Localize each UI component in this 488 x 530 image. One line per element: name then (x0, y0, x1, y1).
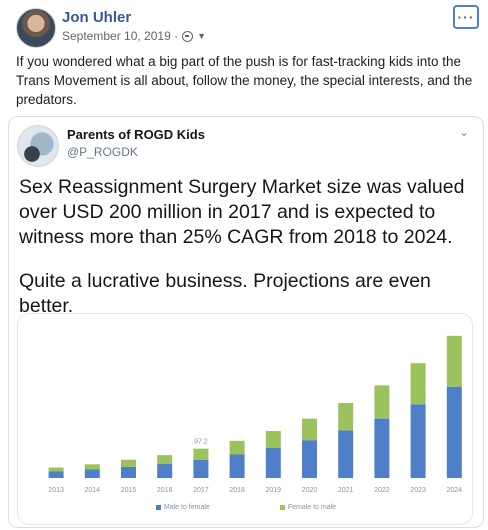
bar-male-to-female-2021 (338, 430, 354, 478)
legend-swatch-female-to-male (279, 504, 285, 510)
post-date[interactable]: September 10, 2019 · (62, 29, 178, 43)
chart-legend: Male to female Female to male (18, 504, 472, 511)
bar-male-to-female-2020 (302, 440, 317, 478)
author-name[interactable]: Jon Uhler (62, 9, 131, 26)
tweet-text-line-2: Quite a lucrative business. Projections … (19, 270, 431, 317)
x-tick-label-2020: 2020 (302, 487, 318, 494)
legend-swatch-male-to-female (155, 504, 161, 510)
bar-male-to-female-2022 (374, 418, 390, 478)
bar-male-to-female-2017 (193, 459, 209, 478)
bar-female-to-male-2016 (157, 455, 173, 464)
bar-female-to-male-2014 (84, 464, 100, 470)
tweet-author-name[interactable]: Parents of ROGD Kids (67, 127, 205, 142)
post-text: If you wondered what a big part of the p… (16, 54, 473, 107)
bar-male-to-female-2016 (157, 463, 173, 478)
bar-female-to-male-2022 (374, 385, 390, 419)
chevron-down-icon[interactable]: ⌄ (459, 125, 469, 139)
bar-female-to-male-2018 (229, 440, 245, 455)
author-avatar[interactable] (16, 8, 56, 48)
tweet-text-line-1: Sex Reassignment Surgery Market size was… (19, 176, 465, 248)
x-tick-label-2024: 2024 (447, 487, 463, 494)
bar-male-to-female-2018 (229, 454, 245, 478)
bar-male-to-female-2015 (121, 466, 136, 478)
bar-female-to-male-2023 (410, 363, 426, 405)
more-options-button[interactable]: ··· (453, 5, 479, 29)
bar-male-to-female-2023 (410, 404, 426, 478)
bar-female-to-male-2019 (265, 431, 281, 448)
x-tick-label-2022: 2022 (374, 487, 390, 494)
x-tick-label-2015: 2015 (121, 487, 137, 494)
x-tick-label-2013: 2013 (48, 487, 64, 494)
x-tick-label-2018: 2018 (229, 487, 245, 494)
bar-female-to-male-2017 (193, 448, 209, 460)
bar-male-to-female-2014 (84, 469, 100, 478)
legend-label-male-to-female: Male to female (163, 504, 210, 511)
chart-card[interactable]: 2013 2014 2015 2016 2017 97.2 2018 2019 2020 2021… (17, 313, 473, 525)
bar-female-to-male-2021 (338, 403, 354, 431)
x-tick-label-2023: 2023 (410, 487, 426, 494)
bar-female-to-male-2020 (302, 418, 317, 441)
x-tick-label-2019: 2019 (266, 487, 282, 494)
tweet-avatar[interactable] (17, 125, 59, 167)
x-tick-label-2021: 2021 (338, 487, 354, 494)
bar-chart: 2013 2014 2015 2016 2017 97.2 2018 2019 2020 2021… (48, 335, 463, 494)
bar-female-to-male-2013 (48, 467, 64, 472)
bar-male-to-female-2013 (48, 471, 64, 478)
tweet-handle[interactable]: @P_ROGDK (67, 145, 138, 159)
x-tick-label-2017: 2017 (193, 487, 209, 494)
facebook-post: Jon Uhler September 10, 2019 · ▼ ··· If … (0, 0, 488, 530)
caret-down-icon[interactable]: ▼ (197, 31, 206, 41)
legend-item-male-to-female: Male to female (155, 504, 210, 511)
data-label-2017: 97.2 (194, 439, 208, 446)
x-tick-label-2014: 2014 (85, 487, 101, 494)
x-tick-label-2016: 2016 (157, 487, 173, 494)
globe-icon (182, 30, 194, 42)
bar-female-to-male-2015 (121, 459, 136, 467)
post-meta: September 10, 2019 · ▼ (62, 29, 206, 43)
bar-male-to-female-2019 (265, 448, 281, 478)
legend-label-female-to-male: Female to male (287, 504, 337, 511)
bar-female-to-male-2024 (446, 335, 462, 387)
tweet-text: Sex Reassignment Surgery Market size was… (19, 175, 477, 319)
legend-item-female-to-male: Female to male (279, 504, 337, 511)
bar-male-to-female-2024 (446, 386, 462, 478)
embedded-tweet[interactable]: Parents of ROGD Kids @P_ROGDK ⌄ Sex Reas… (8, 116, 484, 528)
